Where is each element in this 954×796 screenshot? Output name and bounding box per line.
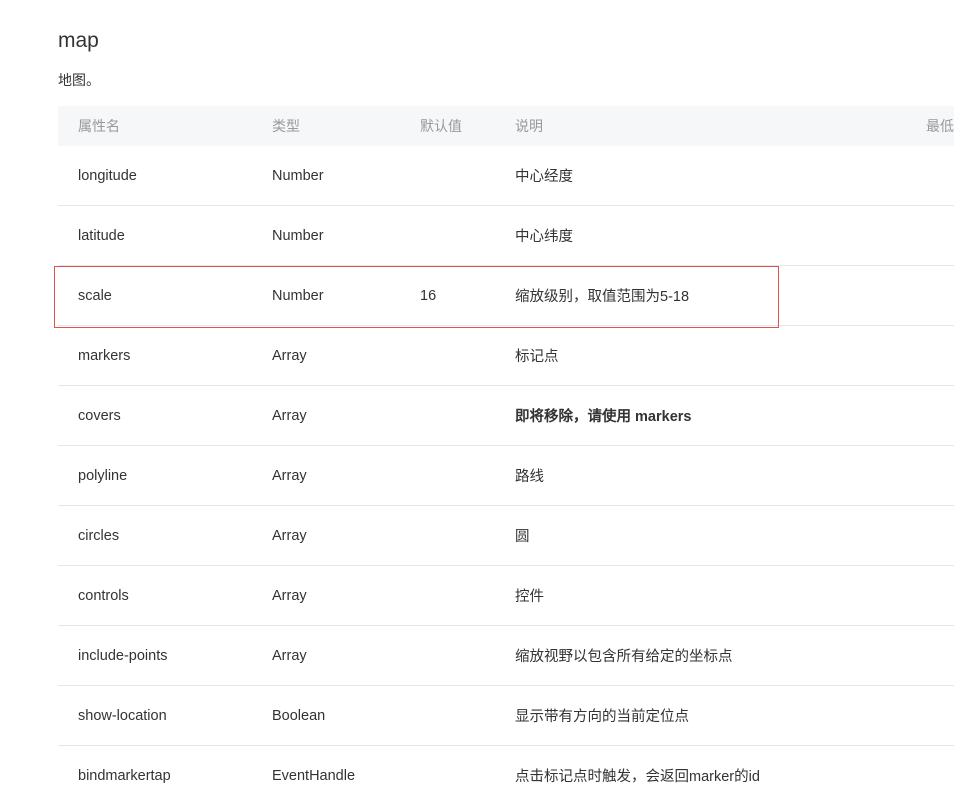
cell-name: longitude [78,167,137,184]
cell-description: 缩放视野以包含所有给定的坐标点 [515,649,733,665]
header-type: 类型 [272,118,300,134]
cell-name: include-points [78,647,168,664]
table-row: controls Array 控件 [58,566,954,626]
cell-default: 16 [420,287,437,304]
table-row: scale Number 16 缩放级别，取值范围为5-18 [58,266,954,326]
page-description: 地图。 [58,72,100,88]
table-header: 属性名 类型 默认值 说明 最低 [58,106,954,146]
cell-type: Array [272,467,307,484]
cell-type: Array [272,347,307,364]
cell-type: Array [272,527,307,544]
table-row: bindmarkertap EventHandle 点击标记点时触发，会返回ma… [58,746,954,796]
cell-type: Boolean [272,707,326,724]
cell-description: 控件 [515,589,544,605]
header-default: 默认值 [420,118,462,134]
cell-name: controls [78,587,129,604]
header-description: 说明 [515,118,543,134]
table-row: include-points Array 缩放视野以包含所有给定的坐标点 [58,626,954,686]
cell-name: scale [78,287,112,304]
cell-name: bindmarkertap [78,767,171,784]
table-row: polyline Array 路线 [58,446,954,506]
cell-description: 即将移除，请使用 markers [515,409,692,425]
page-title: map [58,29,99,52]
table-row: show-location Boolean 显示带有方向的当前定位点 [58,686,954,746]
cell-type: EventHandle [272,767,356,784]
cell-type: Array [272,587,307,604]
attribute-table: 属性名 类型 默认值 说明 最低 longitude Number 中心经度 l… [58,106,954,796]
cell-description: 缩放级别，取值范围为5-18 [515,289,690,305]
cell-description: 标记点 [515,349,559,365]
cell-name: show-location [78,707,167,724]
header-name: 属性名 [78,118,120,134]
cell-type: Array [272,407,307,424]
cell-description: 点击标记点时触发，会返回marker的id [515,769,760,785]
cell-type: Array [272,647,307,664]
cell-name: latitude [78,227,125,244]
cell-name: polyline [78,467,128,484]
cell-name: markers [78,347,131,364]
cell-description: 中心纬度 [515,229,573,245]
doc-page: map 地图。 属性名 类型 默认值 说明 最低 longitude Numbe… [0,0,954,796]
cell-name: covers [78,407,121,424]
header-version: 最低 [926,118,954,134]
cell-description: 显示带有方向的当前定位点 [515,709,689,725]
cell-description: 中心经度 [515,169,573,185]
cell-name: circles [78,527,120,544]
table-row: markers Array 标记点 [58,326,954,386]
cell-type: Number [272,227,324,244]
table-row: longitude Number 中心经度 [58,146,954,206]
table-row: latitude Number 中心纬度 [58,206,954,266]
table-row: covers Array 即将移除，请使用 markers [58,386,954,446]
cell-type: Number [272,167,324,184]
cell-type: Number [272,287,324,304]
cell-description: 路线 [515,469,544,485]
table-row: circles Array 圆 [58,506,954,566]
cell-description: 圆 [515,529,530,545]
